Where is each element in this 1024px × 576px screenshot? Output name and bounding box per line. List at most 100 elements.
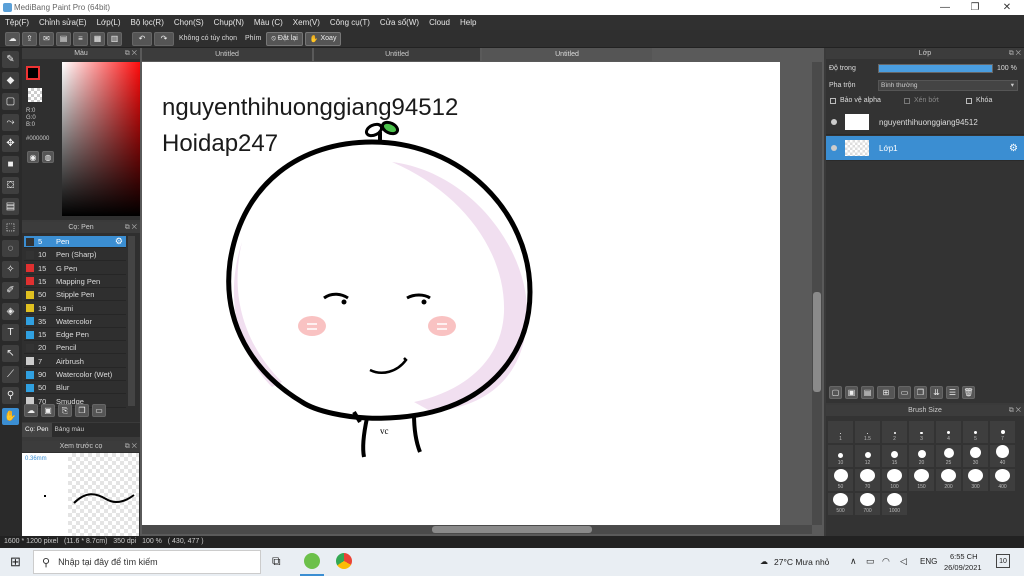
menu-color[interactable]: Màu (C) (249, 18, 288, 27)
brush-copy-icon[interactable]: ❐ (75, 404, 89, 417)
brush-item[interactable]: 50 Blur (24, 382, 126, 395)
curve-tool-icon[interactable]: ⤳ (2, 114, 19, 131)
network-icon[interactable]: ▭ (866, 556, 875, 567)
brush-size-cell[interactable]: 4 (936, 421, 961, 443)
foreground-color-swatch[interactable] (26, 66, 40, 80)
cloud-icon[interactable]: ☁ (5, 31, 20, 46)
operation-tool-icon[interactable]: ↖ (2, 345, 19, 362)
brush-size-cell[interactable]: 3 (909, 421, 934, 443)
saturation-value-picker[interactable] (62, 62, 144, 216)
task-view-icon[interactable]: ⧉ (272, 554, 281, 569)
gear-icon[interactable]: ⚙ (115, 236, 123, 247)
menu-window[interactable]: Cửa sổ(W) (375, 18, 424, 27)
brush-size-cell[interactable]: 12 (855, 445, 880, 467)
grid-icon[interactable]: ▦ (90, 31, 105, 46)
brush-import-icon[interactable]: ⎘ (58, 404, 72, 417)
brush-item[interactable]: 5 Pen ⚙ (24, 236, 126, 248)
menu-view[interactable]: Xem(V) (288, 18, 325, 27)
brush-item[interactable]: 15 Edge Pen (24, 329, 126, 342)
brush-item[interactable]: 20 Pencil (24, 342, 126, 355)
brush-size-cell[interactable]: 1000 (882, 493, 907, 515)
chrome-icon[interactable] (336, 553, 352, 569)
panel-close-icon[interactable]: ⧉ ✕ (1009, 48, 1021, 59)
fill-shape-tool-icon[interactable]: ■ (2, 156, 19, 173)
lock-checkbox[interactable] (966, 97, 972, 104)
drawing-canvas[interactable]: nguyenthihuonggiang94512 Hoidap247 vc (142, 62, 780, 525)
brush-cloud-icon[interactable]: ☁ (24, 404, 38, 417)
menu-snap[interactable]: Chụp(N) (209, 18, 249, 27)
divide-tool-icon[interactable]: ⟋ (2, 366, 19, 383)
brush-item[interactable]: 15 G Pen (24, 263, 126, 275)
brush-size-cell[interactable]: 10 (828, 445, 853, 467)
brush-size-cell[interactable]: 50 (828, 469, 853, 491)
select-pen-icon[interactable]: ✐ (2, 282, 19, 299)
brush-item[interactable]: 50 Stipple Pen (24, 289, 126, 302)
brush-size-cell[interactable]: 100 (882, 469, 907, 491)
chevron-up-icon[interactable]: ∧ (850, 556, 857, 567)
background-color-swatch[interactable] (28, 88, 42, 102)
brush-size-cell[interactable]: 70 (855, 469, 880, 491)
folder-icon[interactable]: ▭ (898, 386, 911, 399)
clock-time[interactable]: 6:55 CH (950, 552, 978, 561)
taskbar-search-box[interactable]: ⚲ Nhập tại đây để tìm kiếm (33, 550, 261, 574)
close-button[interactable]: ✕ (992, 0, 1022, 15)
add-layer-menu-icon[interactable]: ⊞ (877, 386, 895, 399)
menu-edit[interactable]: Chỉnh sửa(E) (34, 18, 92, 27)
tab-palette[interactable]: Bảng màu (52, 423, 88, 437)
tab-brush[interactable]: Cọ: Pen (22, 423, 52, 437)
opacity-slider[interactable] (878, 64, 993, 73)
menu-help[interactable]: Help (455, 18, 481, 27)
panel-close-icon[interactable]: ⧉ ✕ (1009, 405, 1021, 416)
share-icon[interactable]: ⇪ (22, 31, 37, 46)
vertical-scroll-thumb[interactable] (813, 292, 821, 392)
doc-tab-3[interactable]: Untitled (482, 48, 652, 61)
layer-item-selected[interactable]: Lớp1 ⚙ (826, 136, 1024, 161)
brush-tool-icon[interactable]: ✎ (2, 51, 19, 68)
brush-size-cell[interactable]: 400 (990, 469, 1015, 491)
palette-icon[interactable]: ◉ (27, 151, 39, 163)
text-tool-icon[interactable]: T (2, 324, 19, 341)
doc-tab-1[interactable]: Untitled (142, 48, 312, 61)
menu-layer[interactable]: Lớp(L) (92, 18, 126, 27)
rotate-button[interactable]: ✋ Xoay (304, 31, 342, 46)
picker-icon[interactable]: ◍ (42, 151, 54, 163)
minimize-button[interactable]: — (930, 0, 960, 15)
list-icon[interactable]: ≡ (73, 31, 88, 46)
brush-size-cell[interactable]: 300 (963, 469, 988, 491)
brush-size-cell[interactable]: 1 (828, 421, 853, 443)
brush-size-cell[interactable]: 5 (963, 421, 988, 443)
brush-folder-icon[interactable]: ▭ (92, 404, 106, 417)
clock-date[interactable]: 26/09/2021 (944, 563, 982, 572)
brush-add-icon[interactable]: ▣ (41, 404, 55, 417)
layers-icon[interactable]: ▥ (107, 31, 122, 46)
brush-size-cell[interactable]: 200 (936, 469, 961, 491)
hand-tool-icon[interactable]: ✋ (2, 408, 19, 425)
eraser-tool-icon[interactable]: ◆ (2, 72, 19, 89)
brush-item[interactable]: 35 Watercolor (24, 316, 126, 328)
undo-button[interactable]: ↶ (132, 31, 152, 46)
redo-button[interactable]: ↷ (154, 31, 174, 46)
panel-close-icon[interactable]: ⧉ ✕ (125, 222, 137, 233)
language-indicator[interactable]: ENG (920, 557, 937, 566)
gradient-tool-icon[interactable]: ▤ (2, 198, 19, 215)
menu-filter[interactable]: Bộ lọc(R) (126, 18, 169, 27)
bucket-tool-icon[interactable]: ⛋ (2, 177, 19, 194)
panel-icon[interactable]: ▤ (56, 31, 71, 46)
duplicate-layer-icon[interactable]: ❐ (914, 386, 927, 399)
brush-size-cell[interactable]: 15 (882, 445, 907, 467)
new-layer-icon[interactable]: ▢ (829, 386, 842, 399)
menu-tools[interactable]: Công cụ(T) (325, 18, 375, 27)
move-tool-icon[interactable]: ✥ (2, 135, 19, 152)
weather-text[interactable]: 27°C Mưa nhỏ (774, 557, 829, 567)
eyedropper-icon[interactable]: ⚲ (2, 387, 19, 404)
brush-item[interactable]: 10 Pen (Sharp) (24, 249, 126, 262)
brush-list-scrollbar[interactable] (128, 236, 135, 406)
doc-tab-2[interactable]: Untitled (314, 48, 480, 61)
brush-item[interactable]: 15 Mapping Pen (24, 276, 126, 288)
brush-size-cell[interactable]: 7 (990, 421, 1015, 443)
brush-size-cell[interactable]: 700 (855, 493, 880, 515)
magic-wand-icon[interactable]: ✧ (2, 261, 19, 278)
reset-button[interactable]: ⦸ Đặt lại (266, 31, 303, 46)
clipping-checkbox[interactable] (904, 97, 910, 104)
maximize-button[interactable]: ❐ (960, 0, 990, 15)
